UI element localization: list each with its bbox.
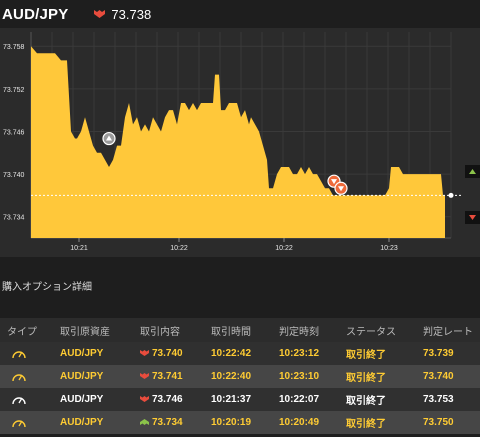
col-status: ステータス bbox=[346, 326, 396, 338]
col-judge-time: 判定時刻 bbox=[279, 326, 319, 338]
y-tick-label: 73.752 bbox=[3, 87, 25, 94]
asset-cell: AUD/JPY bbox=[60, 417, 103, 428]
rate-chart-svg: 73.758 73.752 73.746 73.740 73.734 10:21 10:22… bbox=[3, 32, 480, 252]
y-tick-label: 73.734 bbox=[3, 215, 25, 222]
asset-cell: AUD/JPY bbox=[60, 371, 103, 382]
trade-time-cell-text: 10:21:37 bbox=[211, 394, 252, 405]
judge-rate-cell: 73.753 bbox=[423, 394, 454, 405]
table-row[interactable]: AUD/JPY 73.740 10:22:42 10:23:12 取引終了 73.739 bbox=[0, 342, 480, 365]
trade-rate-cell: 73.741 bbox=[140, 371, 183, 382]
judge-time-cell-text: 10:20:49 bbox=[279, 417, 320, 428]
trade-time-cell: 10:22:42 bbox=[211, 348, 251, 359]
current-rate-dot bbox=[448, 192, 454, 198]
status-cell: 取引終了 bbox=[346, 415, 386, 430]
col-content: 取引内容 bbox=[140, 326, 180, 338]
asset-header: AUD/JPY 73.738 bbox=[0, 0, 480, 28]
judge-time-cell: 10:23:10 bbox=[279, 371, 319, 382]
table-row[interactable]: AUD/JPY 73.741 10:22:40 10:23:10 取引終了 73.740 bbox=[0, 365, 480, 388]
down-arrow-icon bbox=[94, 10, 106, 18]
asset-cell-text: AUD/JPY bbox=[60, 394, 104, 405]
col-asset: 取引原資産 bbox=[60, 326, 110, 338]
judge-rate-cell: 73.740 bbox=[423, 371, 454, 382]
asset-cell-text: AUD/JPY bbox=[60, 417, 104, 428]
purchase-options-heading: 購入オプション詳細 bbox=[2, 282, 92, 293]
judge-time-cell-text: 10:23:12 bbox=[279, 348, 320, 359]
asset-cell: AUD/JPY bbox=[60, 394, 103, 405]
asset-cell-text: AUD/JPY bbox=[60, 371, 104, 382]
down-arrow-icon bbox=[140, 394, 152, 405]
status-cell-text: 取引終了 bbox=[346, 396, 386, 407]
x-tick-label: 10:22 bbox=[275, 245, 293, 252]
x-tick-label: 10:22 bbox=[170, 245, 188, 252]
judge-time-cell-text: 10:23:10 bbox=[279, 371, 320, 382]
table-row[interactable]: AUD/JPY 73.734 10:20:19 10:20:49 取引終了 73.750 bbox=[0, 411, 480, 434]
asset-cell: AUD/JPY bbox=[60, 348, 103, 359]
trade-rate-cell-text: 73.741 bbox=[152, 371, 183, 382]
table-header-row: タイプ 取引原資産 取引内容 取引時間 判定時刻 ステータス 判定レート bbox=[0, 318, 480, 342]
trade-rate-cell-text: 73.746 bbox=[152, 394, 183, 405]
status-cell: 取引終了 bbox=[346, 369, 386, 384]
status-cell-text: 取引終了 bbox=[346, 350, 386, 361]
trade-time-cell-text: 10:22:42 bbox=[211, 348, 252, 359]
trade-time-cell: 10:21:37 bbox=[211, 394, 251, 405]
x-tick-label: 10:21 bbox=[70, 245, 88, 252]
trade-time-cell: 10:22:40 bbox=[211, 371, 251, 382]
asset-pair-title[interactable]: AUD/JPY bbox=[2, 6, 68, 23]
gauge-icon bbox=[11, 416, 27, 432]
y-tick-label: 73.746 bbox=[3, 129, 25, 136]
rate-chart[interactable]: 73.758 73.752 73.746 73.740 73.734 10:21 10:22… bbox=[0, 28, 480, 257]
asset-cell-text: AUD/JPY bbox=[60, 348, 104, 359]
trade-time-cell-text: 10:22:40 bbox=[211, 371, 252, 382]
judge-time-cell: 10:20:49 bbox=[279, 417, 319, 428]
x-tick-label: 10:23 bbox=[380, 245, 398, 252]
judge-time-cell: 10:22:07 bbox=[279, 394, 319, 405]
up-arrow-icon bbox=[140, 417, 152, 428]
current-rate: 73.738 bbox=[111, 6, 152, 22]
y-tick-label: 73.758 bbox=[3, 44, 25, 51]
status-cell: 取引終了 bbox=[346, 392, 386, 407]
status-cell-text: 取引終了 bbox=[346, 419, 386, 430]
status-cell-text: 取引終了 bbox=[346, 373, 386, 384]
judge-time-cell: 10:23:12 bbox=[279, 348, 319, 359]
judge-rate-cell: 73.739 bbox=[423, 348, 454, 359]
judge-rate-cell-text: 73.753 bbox=[423, 394, 454, 405]
gauge-icon bbox=[11, 393, 27, 409]
judge-rate-cell-text: 73.750 bbox=[423, 417, 454, 428]
down-arrow-icon bbox=[140, 348, 152, 359]
trade-history-table: タイプ 取引原資産 取引内容 取引時間 判定時刻 ステータス 判定レート AUD… bbox=[0, 318, 480, 434]
trade-screen: AUD/JPY 73.738 73.758 73.752 73.746 73.740 7… bbox=[0, 0, 480, 437]
trade-time-cell: 10:20:19 bbox=[211, 417, 251, 428]
col-judge-rate: 判定レート bbox=[423, 326, 473, 338]
gauge-icon bbox=[11, 370, 27, 386]
trade-rate-cell: 73.740 bbox=[140, 348, 183, 359]
judge-time-cell-text: 10:22:07 bbox=[279, 394, 320, 405]
status-cell: 取引終了 bbox=[346, 346, 386, 361]
judge-rate-cell: 73.750 bbox=[423, 417, 454, 428]
trade-rate-cell: 73.746 bbox=[140, 394, 183, 405]
trade-rate-cell-text: 73.740 bbox=[152, 348, 183, 359]
y-tick-label: 73.740 bbox=[3, 172, 25, 179]
trade-time-cell-text: 10:20:19 bbox=[211, 417, 252, 428]
judge-rate-cell-text: 73.739 bbox=[423, 348, 454, 359]
rate-area-series bbox=[31, 46, 445, 238]
down-arrow-icon bbox=[140, 371, 152, 382]
col-type: タイプ bbox=[7, 326, 37, 338]
judge-rate-cell-text: 73.740 bbox=[423, 371, 454, 382]
gauge-icon bbox=[11, 347, 27, 363]
trade-rate-cell-text: 73.734 bbox=[152, 417, 183, 428]
table-row[interactable]: AUD/JPY 73.746 10:21:37 10:22:07 取引終了 73.753 bbox=[0, 388, 480, 411]
table-body: AUD/JPY 73.740 10:22:42 10:23:12 取引終了 73.739 A… bbox=[0, 342, 480, 434]
col-trade-time: 取引時間 bbox=[211, 326, 251, 338]
trade-rate-cell: 73.734 bbox=[140, 417, 183, 428]
